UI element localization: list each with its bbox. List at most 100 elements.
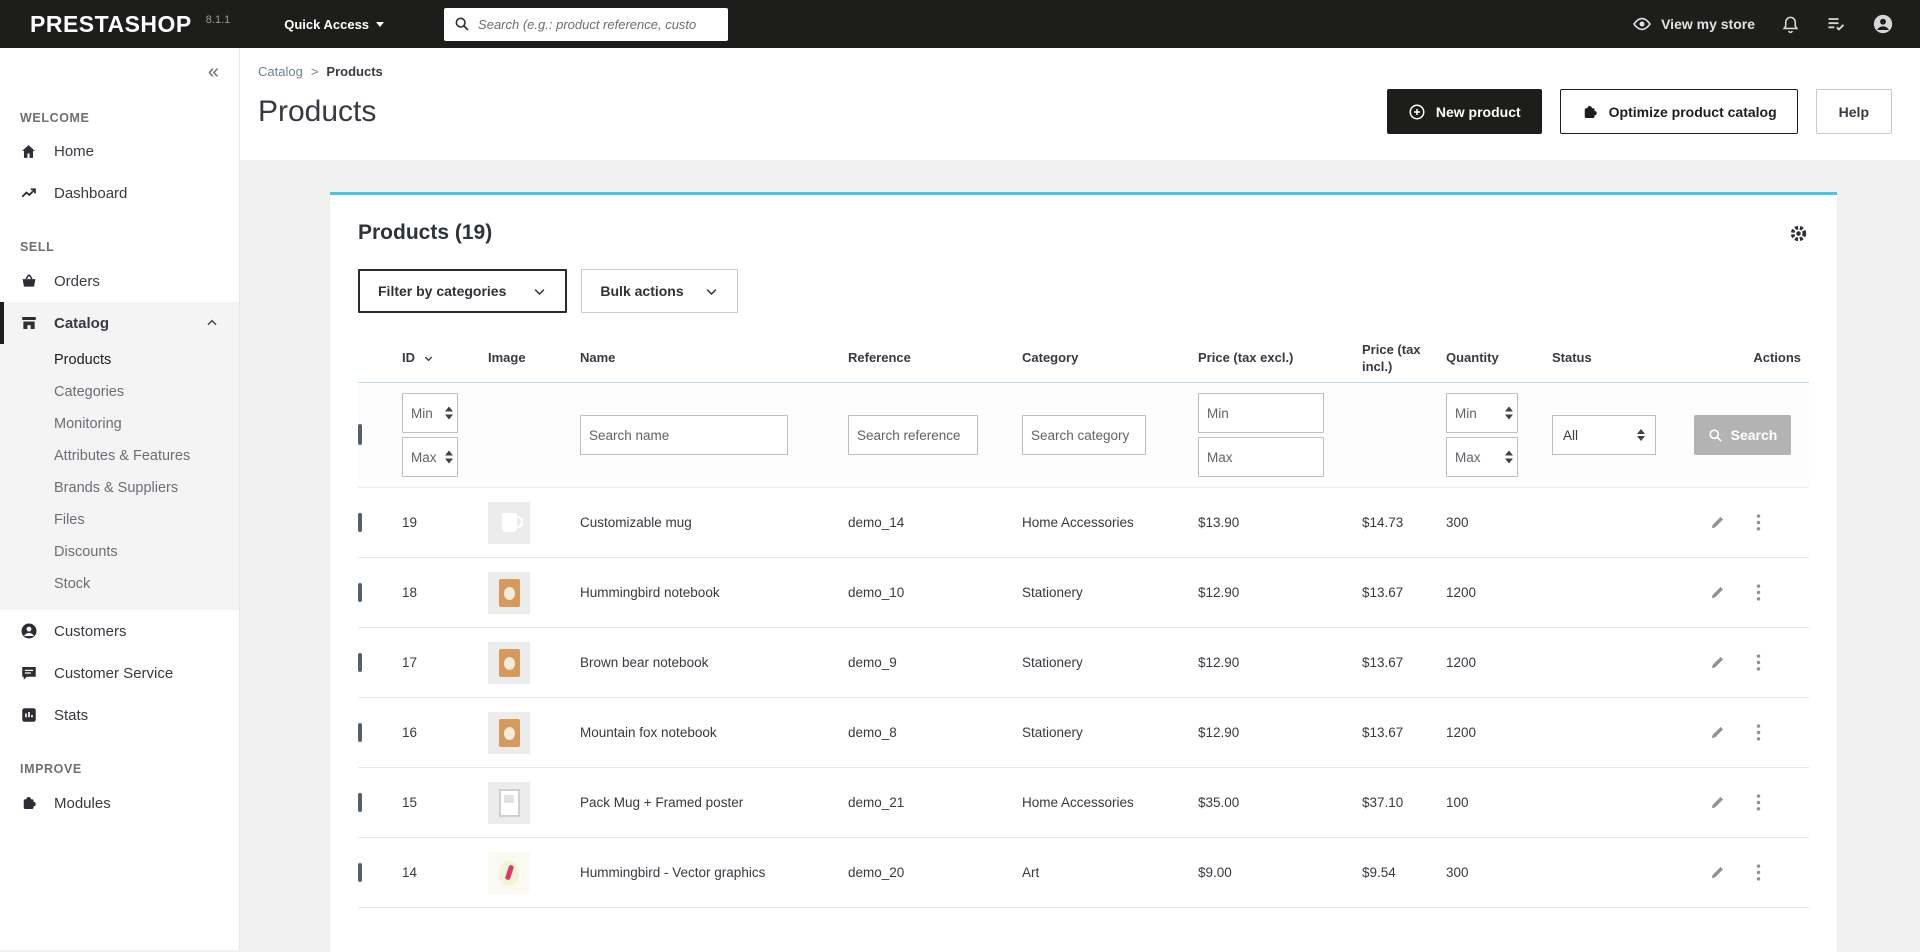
row-checkbox[interactable] (358, 513, 362, 532)
stats-bars-icon (20, 706, 38, 724)
product-price-incl-cell: $13.67 (1362, 725, 1446, 740)
sidebar-item-catalog[interactable]: Catalog (0, 302, 239, 344)
edit-pencil-icon[interactable] (1709, 794, 1726, 811)
product-thumbnail[interactable] (488, 852, 530, 894)
row-checkbox[interactable] (358, 653, 362, 672)
number-spinner-icon[interactable] (445, 407, 453, 420)
sidebar-item-stock[interactable]: Stock (0, 568, 239, 600)
breadcrumb-separator: > (311, 64, 319, 79)
global-search-input[interactable] (478, 17, 718, 32)
view-my-store-link[interactable]: View my store (1632, 14, 1755, 34)
breadcrumb-catalog[interactable]: Catalog (258, 64, 303, 79)
row-menu-dots-icon[interactable] (1756, 513, 1761, 532)
table-search-button[interactable]: Search (1694, 415, 1791, 455)
filter-by-categories-dropdown[interactable]: Filter by categories (358, 269, 567, 313)
product-name-cell[interactable]: Hummingbird notebook (580, 585, 848, 600)
sidebar-item-dashboard[interactable]: Dashboard (0, 172, 239, 214)
sidebar-item-orders[interactable]: Orders (0, 260, 239, 302)
column-header-category: Category (1022, 350, 1198, 366)
sidebar-collapse-button[interactable]: « (208, 61, 217, 83)
product-thumbnail[interactable] (488, 502, 530, 544)
row-checkbox[interactable] (358, 723, 362, 742)
product-thumbnail[interactable] (488, 712, 530, 754)
page-title: Products (258, 95, 376, 129)
quick-access-menu[interactable]: Quick Access (284, 17, 384, 32)
breadcrumb: Catalog > Products (258, 64, 1892, 79)
row-menu-dots-icon[interactable] (1756, 723, 1761, 742)
sidebar-item-modules[interactable]: Modules (0, 782, 239, 824)
sidebar-item-files[interactable]: Files (0, 504, 239, 536)
select-all-checkbox[interactable] (358, 424, 362, 445)
product-reference-cell: demo_10 (848, 585, 1022, 600)
modules-puzzle-icon (20, 794, 38, 812)
sidebar-item-customer-service[interactable]: Customer Service (0, 652, 239, 694)
product-name-cell[interactable]: Pack Mug + Framed poster (580, 795, 848, 810)
sidebar-item-attributes-features[interactable]: Attributes & Features (0, 440, 239, 472)
home-icon (20, 143, 38, 160)
new-product-button[interactable]: New product (1387, 89, 1542, 134)
prestashop-logo[interactable]: PRESTASHOP (30, 11, 192, 38)
sidebar-catalog-block: Catalog Products Categories Monitoring A… (0, 302, 239, 610)
number-spinner-icon[interactable] (445, 451, 453, 464)
status-filter-select[interactable]: All (1552, 415, 1656, 455)
price-max-filter-input[interactable] (1198, 437, 1324, 477)
number-spinner-icon[interactable] (1505, 407, 1513, 420)
edit-pencil-icon[interactable] (1709, 864, 1726, 881)
product-name-cell[interactable]: Customizable mug (580, 515, 848, 530)
product-price-excl-cell: $13.90 (1198, 515, 1362, 530)
product-thumbnail[interactable] (488, 642, 530, 684)
product-category-cell: Stationery (1022, 725, 1198, 740)
product-name-cell[interactable]: Mountain fox notebook (580, 725, 848, 740)
column-header-id[interactable]: ID (402, 350, 488, 366)
row-menu-dots-icon[interactable] (1756, 653, 1761, 672)
caret-down-icon (376, 22, 384, 27)
edit-pencil-icon[interactable] (1709, 584, 1726, 601)
column-header-actions: Actions (1664, 350, 1809, 366)
sidebar-item-discounts[interactable]: Discounts (0, 536, 239, 568)
edit-pencil-icon[interactable] (1709, 654, 1726, 671)
sidebar-item-label: Customer Service (54, 665, 173, 682)
sidebar-item-brands-suppliers[interactable]: Brands & Suppliers (0, 472, 239, 504)
name-filter-input[interactable] (580, 415, 788, 455)
row-menu-dots-icon[interactable] (1756, 793, 1761, 812)
product-thumbnail[interactable] (488, 782, 530, 824)
sidebar-item-customers[interactable]: Customers (0, 610, 239, 652)
product-thumbnail[interactable] (488, 572, 530, 614)
list-check-icon[interactable] (1826, 14, 1846, 34)
column-header-quantity: Quantity (1446, 350, 1552, 366)
row-menu-dots-icon[interactable] (1756, 583, 1761, 602)
category-filter-input[interactable] (1022, 415, 1146, 455)
price-min-filter-input[interactable] (1198, 393, 1324, 433)
notifications-bell-icon[interactable] (1781, 15, 1800, 34)
gear-icon[interactable] (1788, 223, 1809, 244)
bulk-actions-dropdown[interactable]: Bulk actions (581, 269, 737, 313)
edit-pencil-icon[interactable] (1709, 724, 1726, 741)
global-search[interactable] (444, 8, 728, 41)
product-id-cell: 14 (402, 865, 488, 880)
sidebar-item-categories[interactable]: Categories (0, 376, 239, 408)
chat-bubble-icon (20, 664, 38, 682)
help-button[interactable]: Help (1816, 89, 1892, 134)
product-id-cell: 19 (402, 515, 488, 530)
table-row: 18 Hummingbird notebook demo_10 Statione… (358, 558, 1809, 628)
sidebar-item-home[interactable]: Home (0, 131, 239, 172)
sidebar-item-monitoring[interactable]: Monitoring (0, 408, 239, 440)
product-name-cell[interactable]: Hummingbird - Vector graphics (580, 865, 848, 880)
sidebar-section-welcome: WELCOME (0, 85, 239, 131)
row-menu-dots-icon[interactable] (1756, 863, 1761, 882)
table-row: 15 Pack Mug + Framed poster demo_21 Home… (358, 768, 1809, 838)
product-name-cell[interactable]: Brown bear notebook (580, 655, 848, 670)
sidebar-item-stats[interactable]: Stats (0, 694, 239, 736)
number-spinner-icon[interactable] (1505, 451, 1513, 464)
sidebar-item-products[interactable]: Products (0, 344, 239, 376)
row-checkbox[interactable] (358, 863, 362, 882)
reference-filter-input[interactable] (848, 415, 978, 455)
optimize-product-catalog-button[interactable]: Optimize product catalog (1560, 89, 1798, 134)
account-avatar-icon[interactable] (1872, 13, 1894, 35)
edit-pencil-icon[interactable] (1709, 514, 1726, 531)
product-price-excl-cell: $35.00 (1198, 795, 1362, 810)
row-checkbox[interactable] (358, 793, 362, 812)
row-checkbox[interactable] (358, 583, 362, 602)
catalog-store-icon (20, 314, 38, 332)
product-category-cell: Stationery (1022, 585, 1198, 600)
